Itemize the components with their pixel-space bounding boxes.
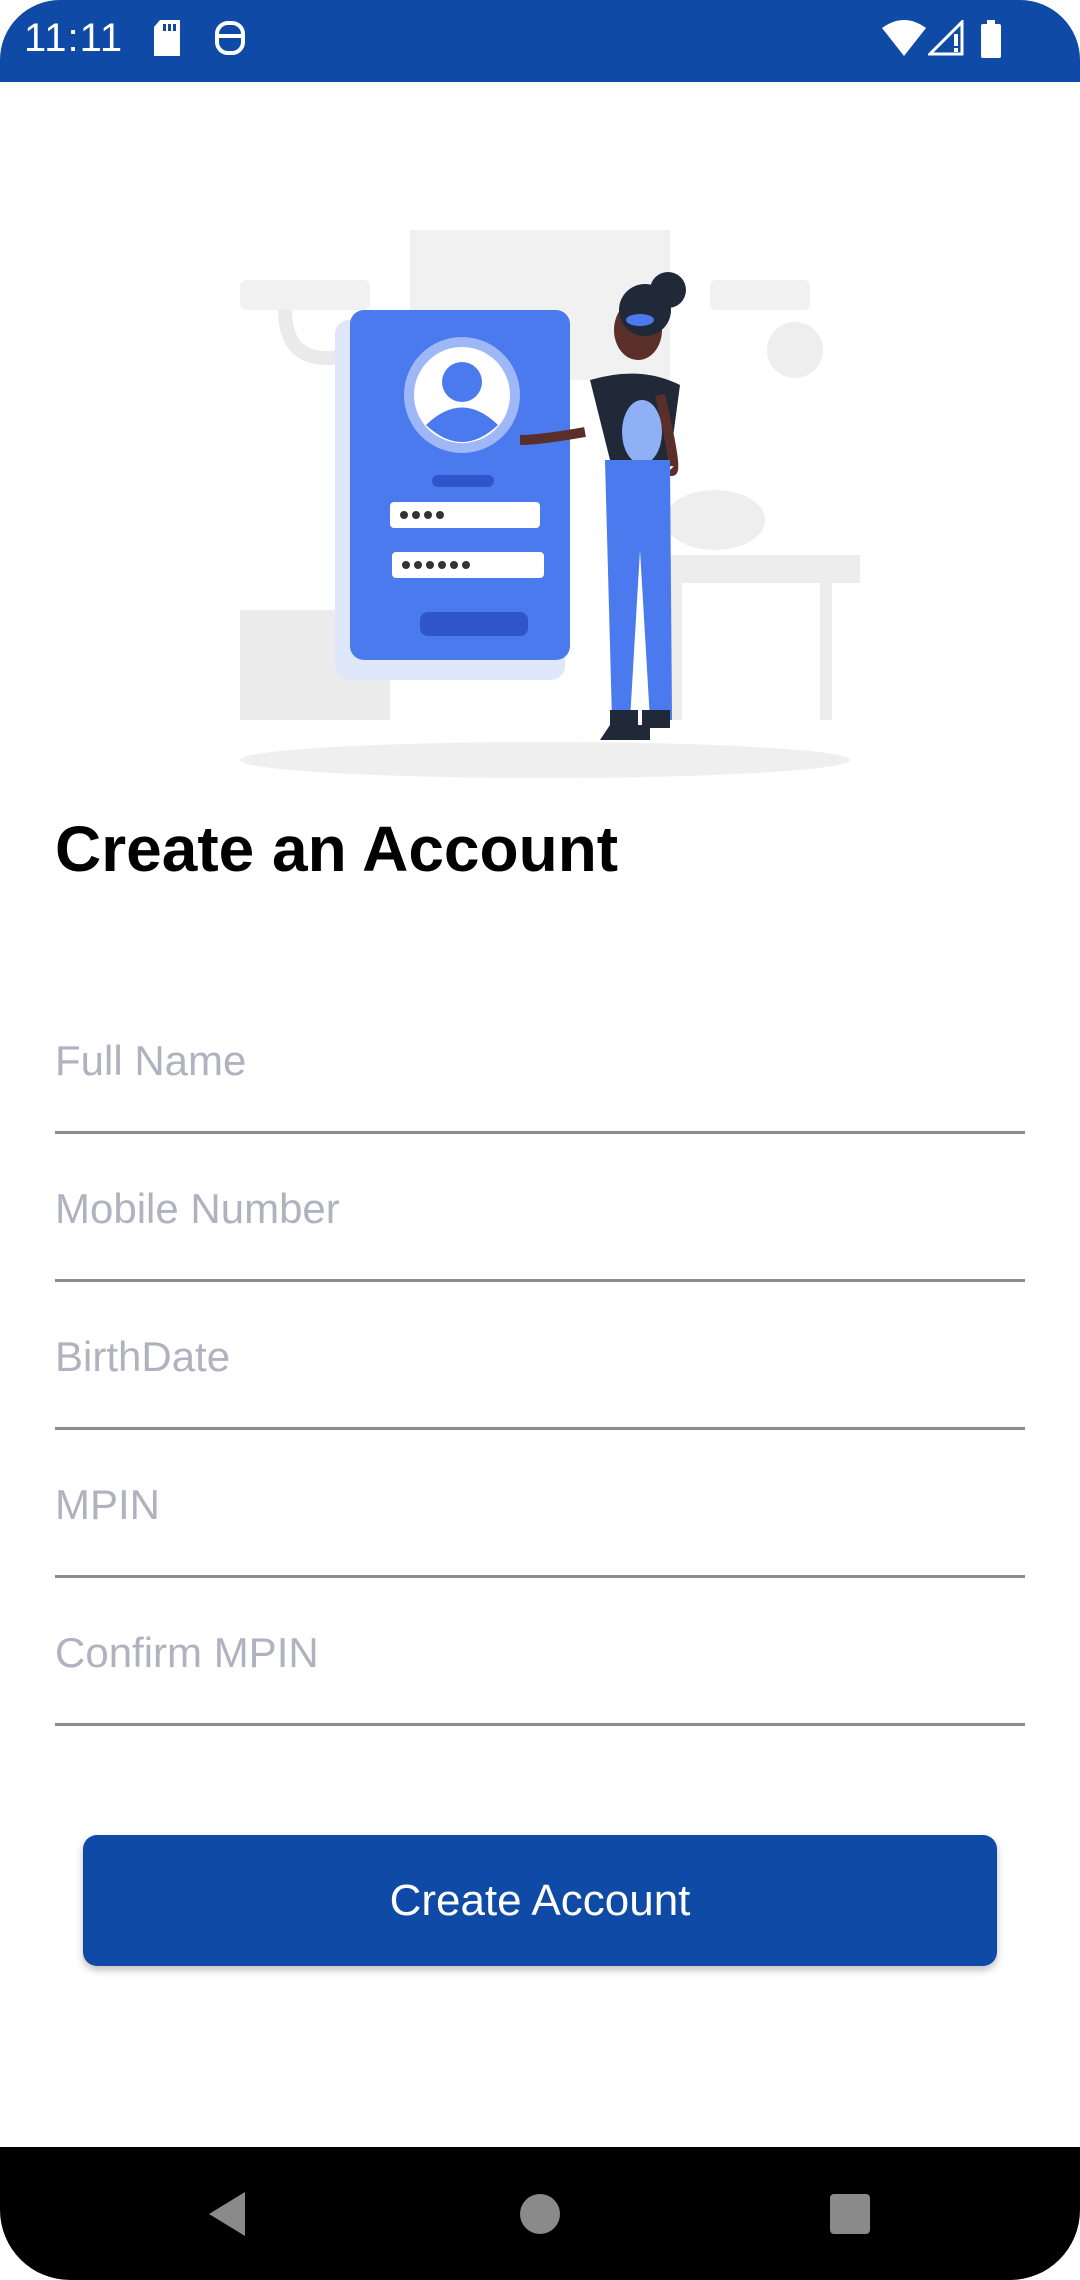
home-icon[interactable] bbox=[505, 2179, 575, 2249]
create-account-button[interactable]: Create Account bbox=[83, 1835, 997, 1966]
birthdate-field[interactable] bbox=[55, 1279, 1025, 1430]
sd-card-icon bbox=[152, 20, 182, 61]
signal-icon bbox=[926, 18, 964, 61]
app-notification-icon bbox=[214, 20, 246, 61]
confirm-mpin-input[interactable] bbox=[55, 1623, 1025, 1683]
mobile-number-field[interactable] bbox=[55, 1131, 1025, 1282]
battery-icon bbox=[980, 20, 1002, 63]
recents-icon[interactable] bbox=[815, 2179, 885, 2249]
status-time: 11:11 bbox=[24, 16, 124, 60]
mpin-input[interactable] bbox=[55, 1475, 1025, 1535]
signup-illustration-icon bbox=[240, 220, 860, 790]
wifi-icon bbox=[882, 20, 926, 61]
mpin-field[interactable] bbox=[55, 1427, 1025, 1578]
birthdate-input[interactable] bbox=[55, 1327, 1025, 1387]
full-name-field[interactable] bbox=[55, 983, 1025, 1134]
system-nav-bar bbox=[0, 2147, 1080, 2280]
page-title: Create an Account bbox=[55, 813, 619, 885]
full-name-input[interactable] bbox=[55, 1031, 1025, 1091]
back-icon[interactable] bbox=[192, 2179, 262, 2249]
status-bar: 11:11 bbox=[0, 0, 1080, 82]
confirm-mpin-field[interactable] bbox=[55, 1575, 1025, 1726]
mobile-number-input[interactable] bbox=[55, 1179, 1025, 1239]
